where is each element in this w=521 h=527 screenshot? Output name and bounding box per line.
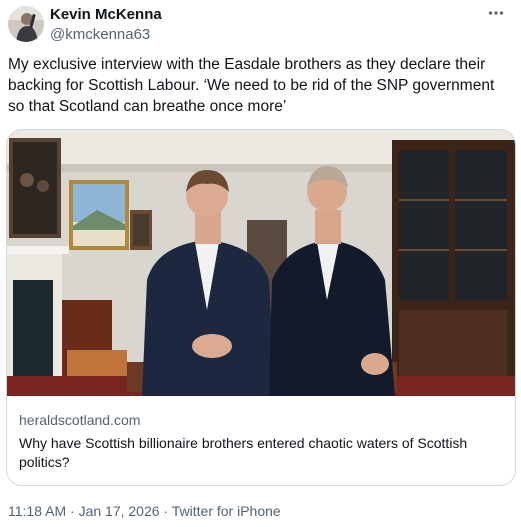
avatar-photo [8,6,44,42]
tweet-text: My exclusive interview with the Easdale … [8,56,495,115]
display-name[interactable]: Kevin McKenna [50,6,162,24]
tweet-time[interactable]: 11:18 AM [8,503,66,519]
meta-separator: · [66,503,79,519]
card-title: Why have Scottish billionaire brothers e… [19,435,468,470]
card-domain: heraldscotland.com [19,412,141,428]
more-horizontal-icon [488,11,504,15]
username-handle[interactable]: @kmckenna63 [50,26,150,44]
card-image [7,130,515,396]
more-options-button[interactable] [485,2,507,24]
avatar[interactable] [8,6,44,42]
tweet-date[interactable]: Jan 17, 2026 [79,503,160,519]
tweet-meta: 11:18 AM · Jan 17, 2026 · Twitter for iP… [8,502,281,520]
link-card[interactable]: heraldscotland.com Why have Scottish bil… [6,129,516,486]
tweet-source[interactable]: Twitter for iPhone [172,503,281,519]
meta-separator: · [159,503,172,519]
